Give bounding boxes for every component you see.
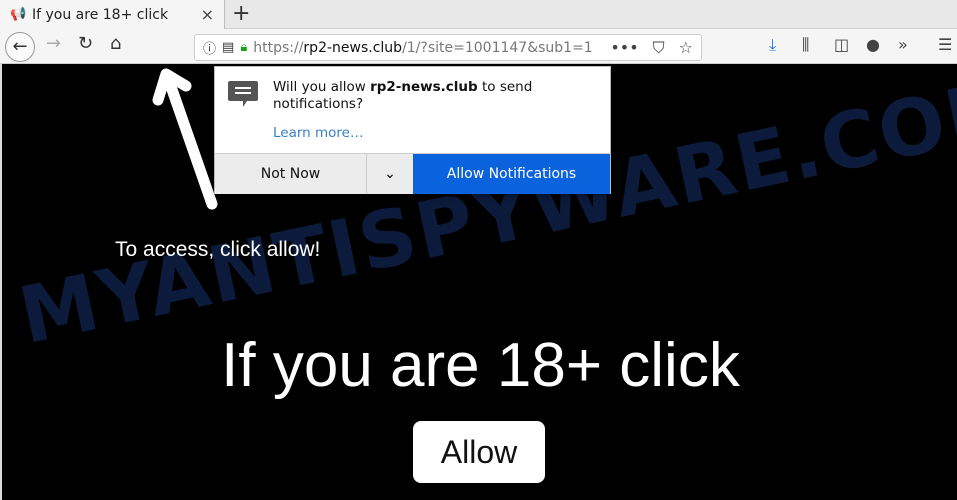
download-icon[interactable]: ⤓ [769,35,776,55]
forward-button[interactable]: → [46,33,61,54]
megaphone-favicon-icon: 📢 [10,6,27,22]
tab-bar: 📢 If you are 18+ click × + [0,0,957,29]
allow-notifications-button[interactable]: Allow Notifications [413,154,610,194]
notification-permission-icon[interactable]: ▤ [222,40,234,55]
headline: If you are 18+ click [221,331,740,400]
home-button[interactable]: ⌂ [110,33,121,54]
info-icon[interactable]: ⓘ [203,38,216,57]
url-scheme: https:// [253,39,304,56]
learn-more-link[interactable]: Learn more… [273,125,364,141]
notification-permission-popup: Will you allow rp2-news.club to send not… [214,66,611,194]
back-button[interactable]: ← [5,32,35,62]
account-icon[interactable]: ● [866,35,880,54]
library-icon[interactable]: ⫼ [802,35,809,55]
chat-bubble-icon [228,81,258,107]
tab-title: If you are 18+ click [32,6,169,23]
url-path: /1/?site=1001147&sub1=1 [402,39,593,56]
tab-active[interactable]: 📢 If you are 18+ click × [0,0,225,29]
lock-icon[interactable]: 🔒︎ [240,40,247,55]
nav-bar: ← → ↻ ⌂ ⓘ ▤ 🔒︎ https://rp2-news.club/1/?… [0,29,957,64]
allow-button[interactable]: Allow [413,421,545,483]
menu-icon[interactable]: ☰ [938,35,952,54]
url-host: rp2-news.club [303,39,403,56]
overflow-icon[interactable]: » [898,35,908,54]
bookmark-star-icon[interactable]: ☆ [679,38,693,58]
access-text: To access, click allow! [115,238,321,261]
sidebar-icon[interactable]: ◫ [834,35,849,54]
new-tab-button[interactable]: + [232,1,250,26]
reload-button[interactable]: ↻ [78,33,93,54]
chevron-down-icon[interactable]: ⌄ [367,154,413,194]
popup-message: Will you allow rp2-news.club to send not… [273,79,533,112]
not-now-button[interactable]: Not Now [215,154,367,194]
page-actions-icon[interactable]: ••• [610,38,638,58]
tab-close-icon[interactable]: × [201,5,214,24]
url-bar[interactable]: ⓘ ▤ 🔒︎ https://rp2-news.club/1/?site=100… [194,34,702,61]
pocket-icon[interactable]: ⛉ [653,38,665,58]
